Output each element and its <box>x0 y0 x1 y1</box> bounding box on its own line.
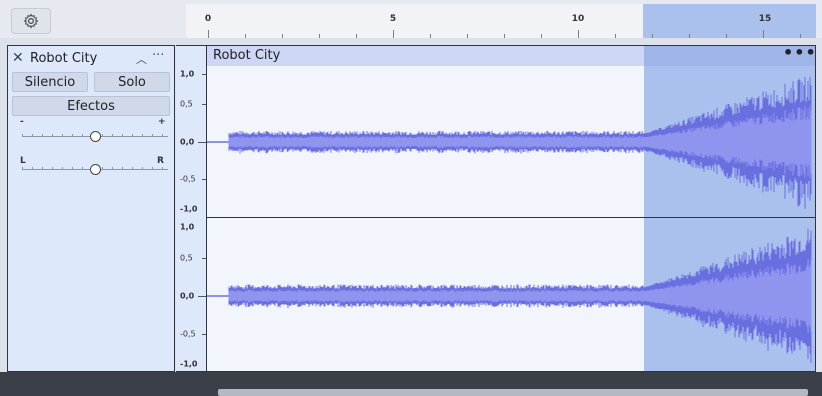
gain-plus-label: + <box>158 117 166 127</box>
pan-right-label: R <box>157 156 164 166</box>
ruler-tick <box>800 34 801 38</box>
ruler-label-0: 0 <box>204 14 212 24</box>
ruler-tick <box>652 34 653 38</box>
collapse-track-icon[interactable]: ︿ <box>136 51 147 67</box>
ruler-tick <box>467 34 468 38</box>
effects-button[interactable]: Efectos <box>12 96 170 116</box>
pan-slider-thumb[interactable] <box>89 164 101 175</box>
top-toolbar: 0 5 10 15 <box>0 0 822 38</box>
scale-bot-m1: -1,0 <box>180 359 198 369</box>
ruler-tick <box>393 30 394 38</box>
scale-top-0: 0,0 <box>180 137 195 147</box>
horizontal-scrollbar[interactable] <box>218 389 808 396</box>
timeline-ruler[interactable]: 0 5 10 15 <box>186 4 816 38</box>
ruler-tick <box>245 34 246 38</box>
scale-top-m1: -1,0 <box>180 204 198 214</box>
ruler-tick <box>615 34 616 38</box>
audio-clip[interactable]: Robot City ••• <box>206 45 816 372</box>
ruler-tick <box>504 34 505 38</box>
waveform[interactable] <box>207 46 815 372</box>
track-control-panel[interactable]: ✕ Robot City ︿ ··· Silencio Solo Efectos… <box>7 45 175 372</box>
ruler-tick <box>319 34 320 38</box>
scale-top-m05: -0,5 <box>180 174 196 184</box>
ruler-tick <box>541 34 542 38</box>
ruler-tick <box>282 34 283 38</box>
gain-slider-thumb[interactable] <box>89 131 101 142</box>
solo-button[interactable]: Solo <box>94 72 170 92</box>
track-menu-icon[interactable]: ··· <box>152 48 164 63</box>
ruler-tick <box>578 30 579 38</box>
ruler-tick <box>763 30 764 38</box>
ruler-label-5: 5 <box>389 14 397 24</box>
amplitude-scale: 1,0 0,5 0,0 -0,5 -1,0 1,0 0,5 0,0 -0,5 -… <box>176 45 206 372</box>
ruler-tick <box>430 34 431 38</box>
gear-icon <box>23 13 39 29</box>
ruler-tick <box>208 30 209 38</box>
channel-divider[interactable] <box>207 217 815 218</box>
ruler-tick <box>356 34 357 38</box>
scale-bot-1: 1,0 <box>180 222 195 232</box>
ruler-selection[interactable] <box>643 4 816 38</box>
ruler-tick <box>726 34 727 38</box>
ruler-label-15: 15 <box>758 14 772 24</box>
pan-left-label: L <box>20 156 26 166</box>
timeline-settings-button[interactable] <box>11 8 51 34</box>
gain-minus-label: - <box>20 117 24 127</box>
scale-bot-0: 0,0 <box>180 291 195 301</box>
scale-bot-05: 0,5 <box>180 253 193 263</box>
close-track-icon[interactable]: ✕ <box>12 50 24 66</box>
mute-button[interactable]: Silencio <box>12 72 88 92</box>
track-name[interactable]: Robot City <box>30 51 97 66</box>
scale-top-05: 0,5 <box>180 99 193 109</box>
ruler-label-10: 10 <box>571 14 585 24</box>
scale-bot-m05: -0,5 <box>180 329 196 339</box>
scale-top-1: 1,0 <box>180 69 195 79</box>
ruler-tick <box>689 34 690 38</box>
track-header: ✕ Robot City ︿ ··· <box>8 48 174 68</box>
